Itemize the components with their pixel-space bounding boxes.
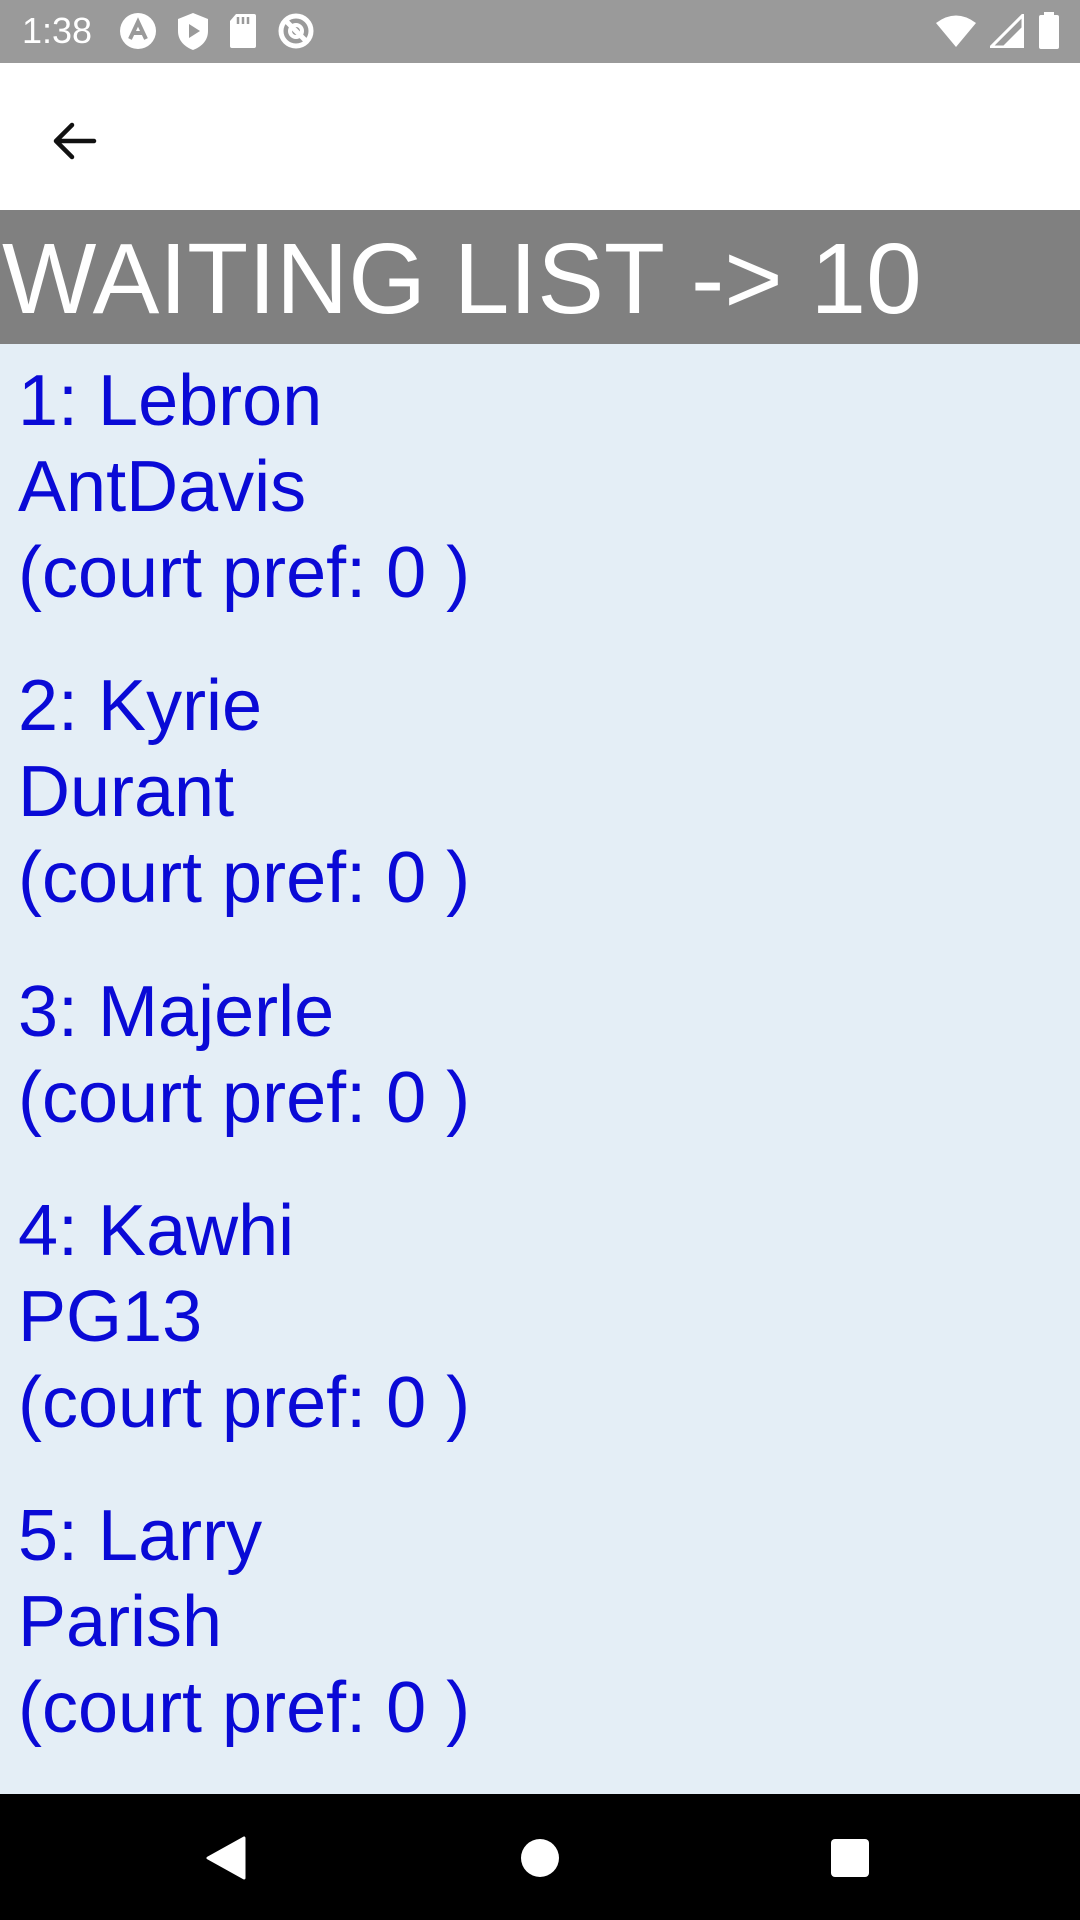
list-item-line: 3: Majerle xyxy=(18,972,335,1052)
recents-square-icon xyxy=(829,1837,871,1879)
sd-card-icon xyxy=(228,12,258,50)
list-item-line: (court pref: 0 ) xyxy=(18,838,471,918)
list-item-line: 4: Kawhi xyxy=(18,1191,295,1271)
page-title: WAITING LIST -> 10 xyxy=(2,223,922,335)
list-item-line: (court pref: 0 ) xyxy=(18,1058,471,1138)
status-time: 1:38 xyxy=(22,10,93,51)
battery-icon xyxy=(1038,12,1060,50)
a-circle-icon xyxy=(118,11,158,51)
waiting-list: 1: Lebron AntDavis (court pref: 0 ) 2: K… xyxy=(0,344,1080,1794)
nav-home-button[interactable] xyxy=(504,1822,576,1894)
nav-bar xyxy=(0,1794,1080,1920)
list-item[interactable]: 5: Larry Parish (court pref: 0 ) xyxy=(18,1493,470,1751)
wifi-icon xyxy=(936,14,976,48)
list-item-line: Durant xyxy=(18,752,235,832)
list-item[interactable]: 1: Lebron AntDavis (court pref: 0 ) xyxy=(18,358,470,616)
list-item[interactable]: 2: Kyrie Durant (court pref: 0 ) xyxy=(18,663,470,921)
list-item-line: (court pref: 0 ) xyxy=(18,1363,471,1443)
cell-signal-icon xyxy=(990,14,1024,48)
status-icons-right xyxy=(936,12,1060,50)
home-circle-icon xyxy=(518,1836,562,1880)
list-item[interactable]: 3: Majerle (court pref: 0 ) xyxy=(18,969,470,1141)
status-icons-left xyxy=(118,11,316,51)
list-item[interactable]: 4: Kawhi PG13 (court pref: 0 ) xyxy=(18,1188,470,1446)
list-item-line: PG13 xyxy=(18,1277,203,1357)
nav-recents-button[interactable] xyxy=(814,1822,886,1894)
list-item-line: AntDavis xyxy=(18,447,307,527)
list-item-line: (court pref: 0 ) xyxy=(18,1668,471,1748)
list-item-line: 5: Larry xyxy=(18,1496,263,1576)
list-item-line: (court pref: 0 ) xyxy=(18,533,471,613)
arrow-left-icon xyxy=(50,117,98,165)
list-item-line: 2: Kyrie xyxy=(18,666,263,746)
back-button[interactable] xyxy=(34,101,114,181)
shield-play-icon xyxy=(176,11,210,51)
back-triangle-icon xyxy=(204,1834,248,1882)
status-bar: 1:38 xyxy=(0,0,1080,63)
list-item-line: 1: Lebron xyxy=(18,361,323,441)
header-banner: WAITING LIST -> 10 xyxy=(0,210,1080,344)
nav-back-button[interactable] xyxy=(190,1822,262,1894)
no-sync-icon xyxy=(276,11,316,51)
app-bar xyxy=(0,63,1080,210)
list-item-line: Parish xyxy=(18,1582,223,1662)
